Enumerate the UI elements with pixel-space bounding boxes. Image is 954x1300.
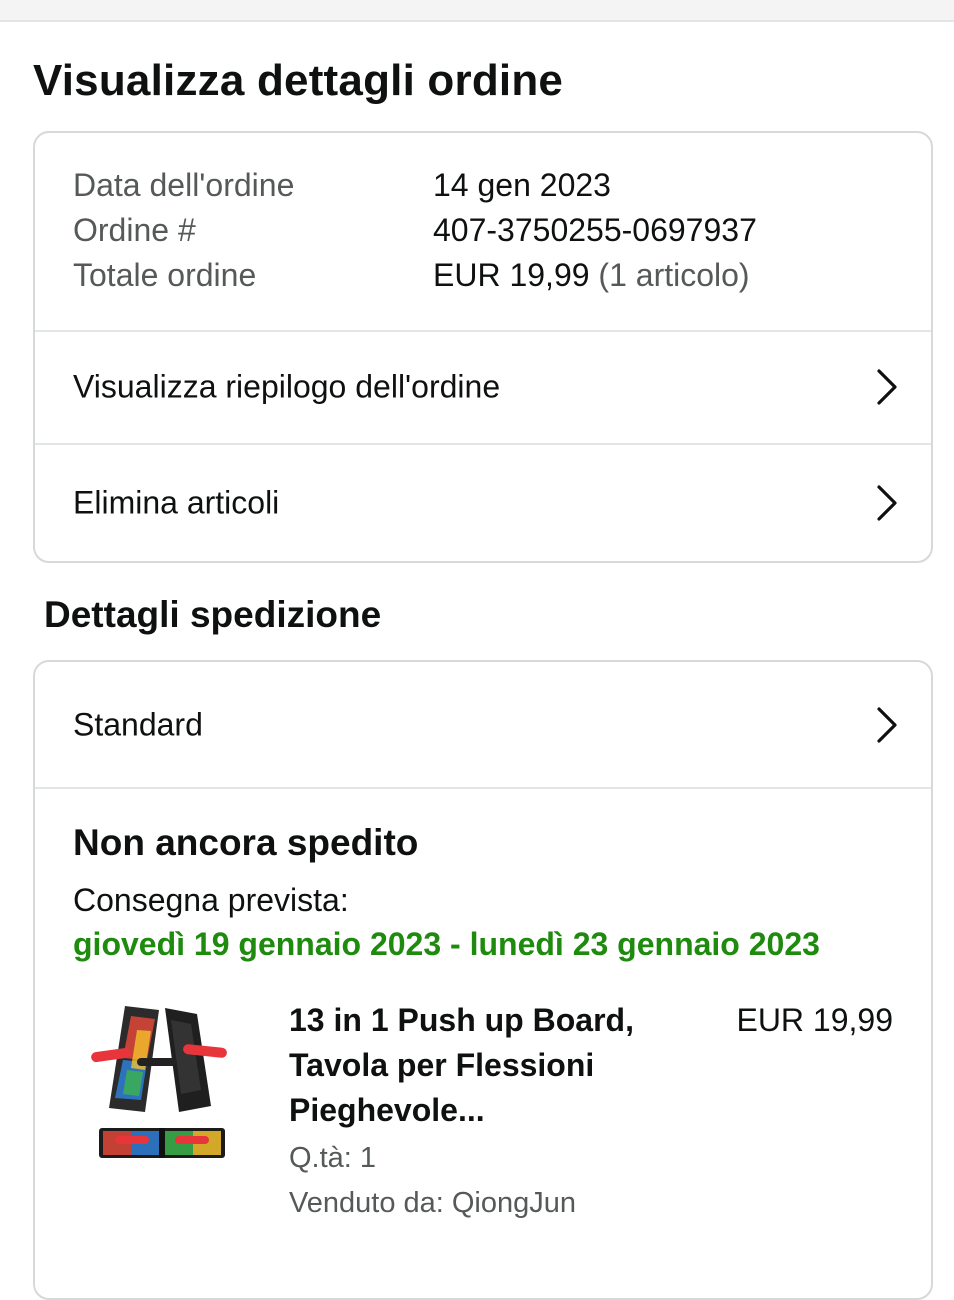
product-title-link[interactable]: 13 in 1 Push up Board, Tavola per Flessi… [289, 998, 689, 1133]
product-quantity: Q.tà: 1 [289, 1142, 377, 1174]
chevron-right-icon [877, 484, 897, 521]
shipping-method-label: Standard [73, 706, 203, 742]
shipment-status: Non ancora spedito [73, 822, 419, 863]
chevron-right-icon [877, 368, 897, 405]
order-total-amount: EUR 19,99 [433, 257, 590, 293]
order-total-value: EUR 19,99 (1 articolo) [433, 255, 750, 295]
order-total-label: Totale ordine [73, 257, 257, 293]
shipping-details-card: Standard Non ancora spedito Consegna pre… [33, 660, 933, 1300]
order-details-card: Data dell'ordine 14 gen 2023 Ordine # 40… [33, 131, 933, 563]
shipping-section-title: Dettagli spedizione [44, 594, 382, 635]
order-number-value: 407-3750255-0697937 [433, 212, 757, 248]
view-order-summary-label: Visualizza riepilogo dell'ordine [73, 368, 501, 404]
delete-items-link[interactable]: Elimina articoli [35, 445, 931, 560]
shipping-method-link[interactable]: Standard [35, 662, 931, 789]
product-image[interactable] [87, 1000, 237, 1170]
chevron-right-icon [877, 706, 897, 743]
product-seller: Venduto da: QiongJun [289, 1187, 577, 1219]
order-date-label: Data dell'ordine [73, 167, 295, 203]
order-date-value: 14 gen 2023 [433, 167, 611, 203]
delivery-estimate-dates: giovedì 19 gennaio 2023 - lunedì 23 genn… [73, 926, 820, 962]
delete-items-label: Elimina articoli [73, 484, 280, 520]
page-title: Visualizza dettagli ordine [33, 56, 564, 105]
order-number-label: Ordine # [73, 212, 196, 248]
view-order-summary-link[interactable]: Visualizza riepilogo dell'ordine [35, 330, 931, 445]
top-bar [0, 0, 954, 22]
order-info-block: Data dell'ordine 14 gen 2023 Ordine # 40… [35, 133, 931, 332]
order-total-items: (1 articolo) [598, 257, 750, 293]
product-price: EUR 19,99 [736, 1002, 893, 1038]
delivery-estimate-label: Consegna prevista: [73, 882, 349, 918]
